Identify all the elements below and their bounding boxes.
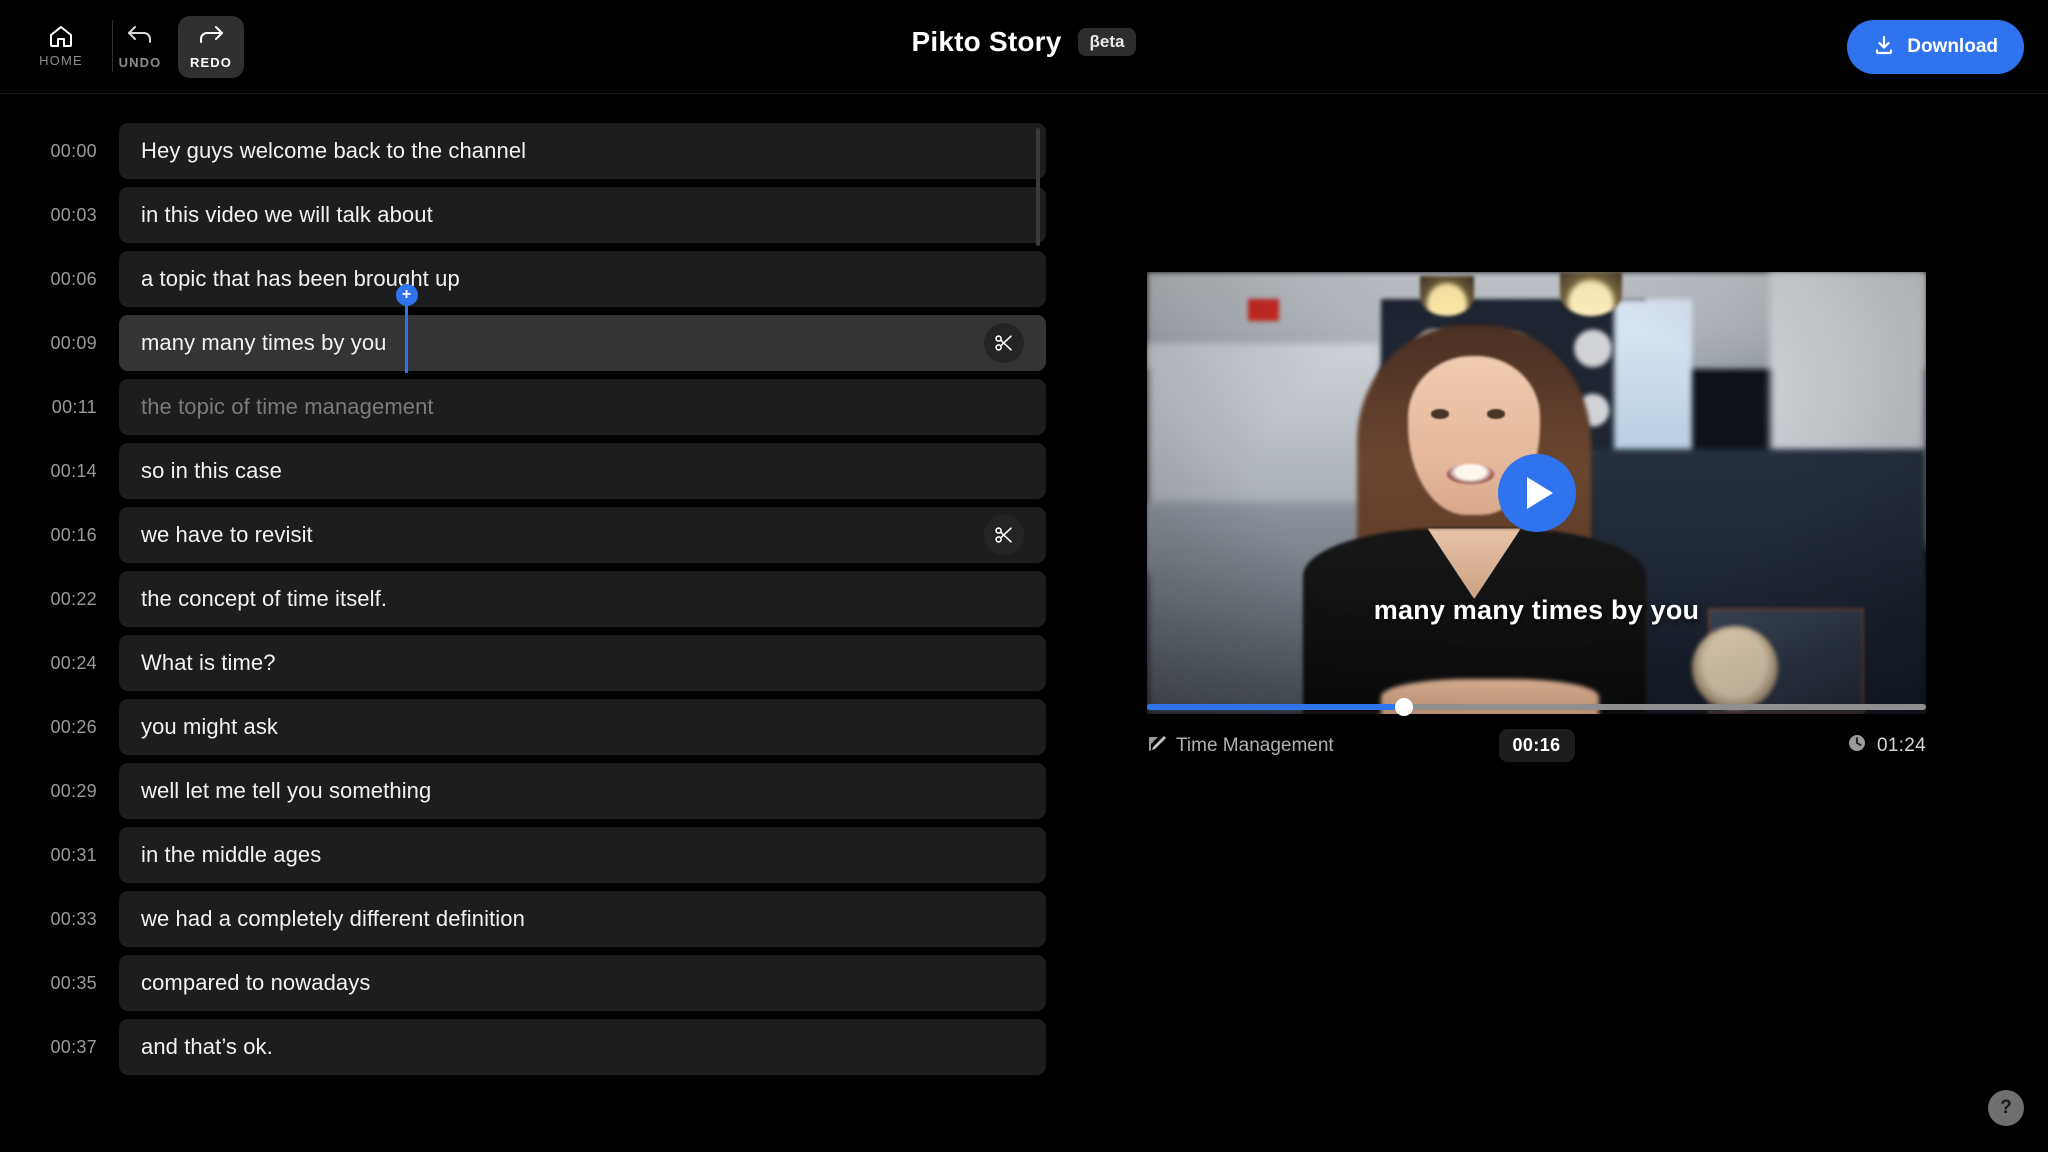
row-timestamp: 00:33 [50,908,97,929]
row-timestamp: 00:06 [50,268,97,289]
row-text-field[interactable]: you might ask [119,699,1046,755]
row-text: you might ask [141,714,279,739]
row-text: we had a completely different definition [141,906,525,931]
row-timestamp: 00:09 [50,332,97,353]
player-controls: Time Management 00:16 01:24 [1147,725,1926,765]
row-timestamp: 00:11 [51,396,97,417]
row-text-field[interactable]: What is time? [119,635,1046,691]
video-caption: many many times by you [1373,594,1700,625]
row-text-field[interactable]: we had a completely different definition [119,891,1046,947]
row-timestamp: 00:14 [50,460,97,481]
row-text: many many times by you [141,330,387,355]
transcript-row[interactable]: 00:11 the topic of time management [0,379,1060,435]
transcript-row[interactable]: 00:09 many many times by you + [0,284,1060,373]
row-text-field[interactable]: in the middle ages [119,827,1046,883]
row-timestamp: 00:29 [50,780,97,801]
transcript-row[interactable]: 00:37 and that’s ok. [0,1019,1060,1075]
transcript-row[interactable]: 00:33 we had a completely different defin… [0,891,1060,947]
transcript-row[interactable]: 00:03 in this video we will talk about [0,187,1060,243]
transcript-row[interactable]: 00:14 so in this case [0,443,1060,499]
help-button[interactable]: ? [1988,1090,2024,1126]
row-text: so in this case [141,458,282,483]
app-title-group: Pikto Story βeta [0,26,2048,58]
row-timestamp: 00:35 [50,972,97,993]
row-timestamp: 00:00 [50,140,97,161]
row-text-field[interactable]: Hey guys welcome back to the channel [119,123,1046,179]
row-timestamp: 00:22 [50,588,97,609]
row-text: the concept of time itself. [141,586,388,611]
progress-fill [1147,704,1405,710]
edit-icon [1147,733,1167,758]
top-toolbar: HOME UNDO REDO Pikto Story βeta Download [0,0,2048,94]
play-button[interactable] [1497,454,1576,532]
project-name-label: Time Management [1176,734,1334,756]
transcript-row[interactable]: 00:35 compared to nowadays [0,955,1060,1011]
transcript-row[interactable]: 00:16 we have to revisit [0,507,1060,563]
transcript-row[interactable]: 00:06 a topic that has been brought up [0,251,1060,307]
row-text: and that’s ok. [141,1034,273,1059]
row-text-field[interactable]: and that’s ok. [119,1019,1046,1075]
progress-handle[interactable] [1395,698,1414,716]
row-timestamp: 00:37 [50,1036,97,1057]
row-timestamp: 00:16 [50,524,97,545]
row-text-field[interactable]: many many times by you + [119,284,1046,373]
row-text: in the middle ages [141,842,322,867]
row-timestamp: 00:24 [50,652,97,673]
row-text: in this video we will talk about [141,202,433,227]
transcript-row[interactable]: 00:00 Hey guys welcome back to the channe… [0,123,1060,179]
row-timestamp: 00:31 [50,844,97,865]
row-text: well let me tell you something [141,778,432,803]
duration-label: 01:24 [1876,734,1926,756]
row-text-field[interactable]: we have to revisit [119,507,1046,563]
transcript-row[interactable]: 00:31 in the middle ages [0,827,1060,883]
help-label: ? [2000,1097,2012,1118]
scissors-icon [995,527,1012,543]
beta-badge: βeta [1077,28,1137,56]
row-text-field[interactable]: the concept of time itself. [119,571,1046,627]
cut-button[interactable] [984,323,1024,363]
player-pane: many many times by you Time Management 0… [1060,95,2048,1152]
download-icon [1873,34,1895,61]
row-text-field[interactable]: so in this case [119,443,1046,499]
scissors-icon [995,335,1012,351]
row-text: the topic of time management [141,394,434,419]
row-timestamp: 00:26 [50,716,97,737]
row-text: compared to nowadays [141,970,371,995]
row-text-field[interactable]: a topic that has been brought up [119,251,1046,307]
transcript-pane: 00:00 Hey guys welcome back to the channe… [0,95,1060,1152]
transcript-row[interactable]: 00:22 the concept of time itself. [0,571,1060,627]
cut-button[interactable] [984,515,1024,555]
row-text-field[interactable]: well let me tell you something [119,763,1046,819]
split-cursor: + [395,284,418,373]
transcript-row[interactable]: 00:24 What is time? [0,635,1060,691]
row-text: What is time? [141,650,276,675]
clock-icon [1847,733,1867,758]
download-button[interactable]: Download [1847,20,2024,74]
download-label: Download [1907,36,1998,57]
transcript-row[interactable]: 00:26 you might ask [0,699,1060,755]
transcript-row[interactable]: 00:29 well let me tell you something [0,763,1060,819]
play-icon [1526,477,1553,509]
page-title: Pikto Story [911,26,1062,57]
row-text-field[interactable]: the topic of time management [119,379,1046,435]
add-split-button[interactable]: + [395,284,418,306]
row-text: we have to revisit [141,522,313,547]
row-text-field[interactable]: compared to nowadays [119,955,1046,1011]
row-text: Hey guys welcome back to the channel [141,138,527,163]
progress-bar[interactable] [1147,698,1926,716]
row-timestamp: 00:03 [50,204,97,225]
current-time-badge: 00:16 [1498,729,1575,762]
duration-group: 01:24 [1847,733,1926,758]
transcript-list: 00:00 Hey guys welcome back to the channe… [0,95,1060,1075]
project-name-button[interactable]: Time Management [1147,733,1334,758]
transcript-scrollbar[interactable] [1036,128,1040,246]
row-text-field[interactable]: in this video we will talk about [119,187,1046,243]
video-preview[interactable]: many many times by you [1147,272,1926,714]
